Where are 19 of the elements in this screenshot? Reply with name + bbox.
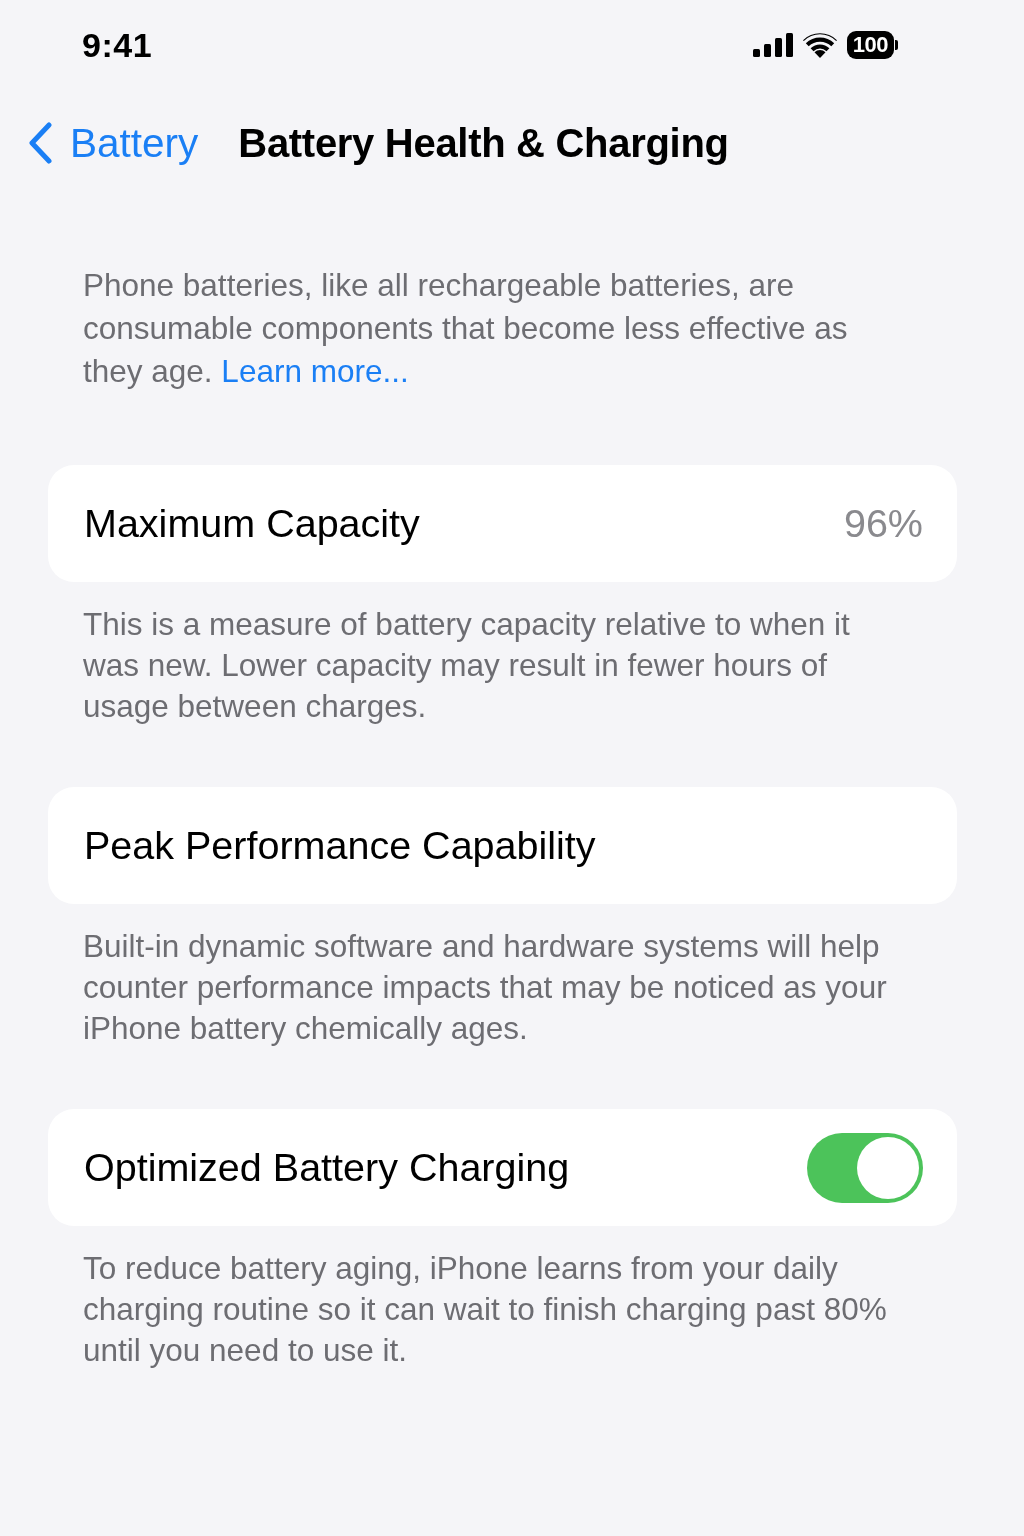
battery-tip-icon — [895, 40, 898, 50]
section-footer-text: This is a measure of battery capacity relative to when it was new. Lower capacity may result in fewer hours of usage between charges. — [83, 605, 851, 726]
status-time: 9:41 — [82, 25, 153, 65]
settings-card[interactable]: Peak Performance Capability — [48, 787, 957, 904]
back-button[interactable]: Battery — [28, 119, 199, 167]
setting-label: Maximum Capacity — [84, 501, 420, 546]
setting-label: Optimized Battery Charging — [84, 1145, 570, 1190]
setting-value: 96% — [843, 501, 923, 546]
setting-label: Peak Performance Capability — [84, 823, 596, 868]
learn-more-link[interactable]: Learn more... — [221, 353, 409, 389]
settings-card[interactable]: Maximum Capacity 96% — [48, 465, 957, 582]
chevron-left-icon — [28, 122, 52, 164]
battery-level: 100 — [846, 31, 894, 59]
intro-text: Phone batteries, like all rechargeable batteries, are consumable components that become less effective as they age. Learn more... — [83, 266, 849, 391]
section-footer-text: To reduce battery aging, iPhone learns from your daily charging routine so it can wait to finish charging past 80% until you need to use it. — [83, 1249, 888, 1370]
section-footer-text: Built-in dynamic software and hardware systems will help counter performance impacts that may be noticed as your iPhone battery chemically ages. — [83, 927, 888, 1048]
page-title: Battery Health & Charging — [238, 120, 729, 166]
wifi-icon — [802, 32, 837, 58]
signal-icon — [752, 33, 793, 57]
